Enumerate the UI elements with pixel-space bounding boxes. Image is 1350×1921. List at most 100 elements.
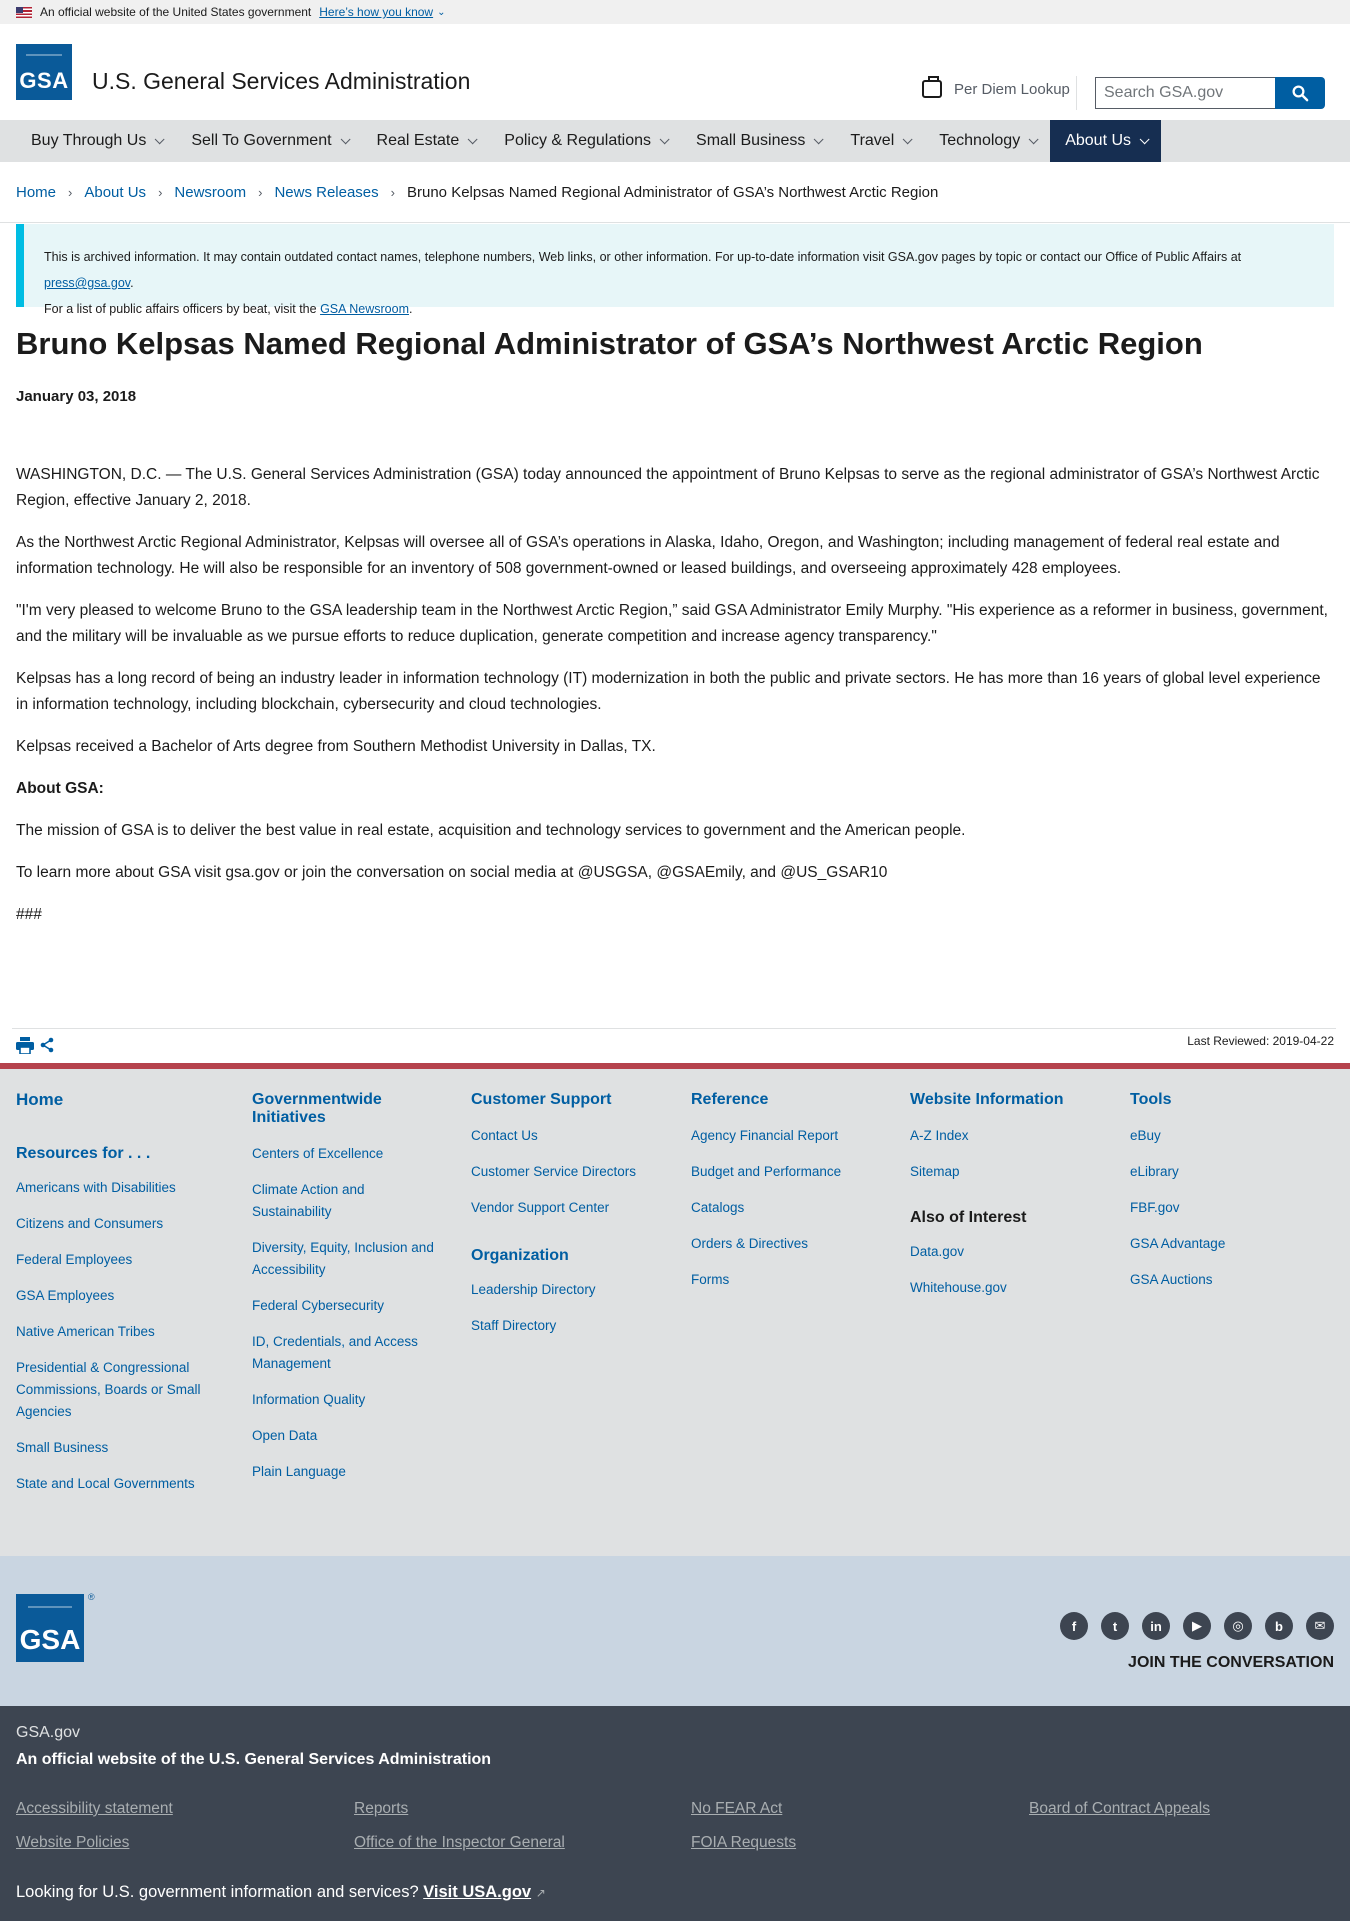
chevron-down-icon — [1139, 133, 1150, 144]
footer-link[interactable]: Staff Directory — [471, 1315, 661, 1337]
breadcrumb-newsroom[interactable]: Newsroom — [174, 184, 246, 201]
footer-heading: Reference — [691, 1091, 769, 1108]
paragraph: As the Northwest Arctic Regional Adminis… — [16, 534, 1280, 577]
footer-site-name[interactable]: GSA.gov — [16, 1724, 80, 1742]
footer-link[interactable]: Climate Action and Sustainability — [252, 1179, 442, 1223]
footer-link[interactable]: ID, Credentials, and Access Management — [252, 1331, 442, 1375]
twitter-icon[interactable]: t — [1101, 1612, 1129, 1640]
footer-link[interactable]: Data.gov — [910, 1241, 1100, 1263]
per-diem-label: Per Diem Lookup — [954, 80, 1070, 98]
blog-icon[interactable]: b — [1265, 1612, 1293, 1640]
footer-link[interactable]: Contact Us — [471, 1125, 661, 1147]
agency-name[interactable]: U.S. General Services Administration — [92, 68, 470, 95]
nav-travel[interactable]: Travel — [835, 120, 924, 162]
chevron-down-icon — [902, 133, 913, 144]
footer-link[interactable]: Whitehouse.gov — [910, 1277, 1100, 1299]
instagram-icon[interactable]: ◎ — [1224, 1612, 1252, 1640]
nav-buy-through-us[interactable]: Buy Through Us — [16, 120, 176, 162]
footer-link[interactable]: Orders & Directives — [691, 1233, 881, 1255]
facebook-icon[interactable]: f — [1060, 1612, 1088, 1640]
footer-bottom-link[interactable]: Website Policies — [16, 1834, 129, 1852]
footer-link[interactable]: Customer Service Directors — [471, 1161, 661, 1183]
footer-link[interactable]: Sitemap — [910, 1161, 1100, 1183]
footer-col-reference: Reference Agency Financial Report Budget… — [691, 1091, 881, 1291]
breadcrumb-home[interactable]: Home — [16, 184, 56, 201]
nav-about-us[interactable]: About Us — [1050, 120, 1162, 162]
archived-alert: This is archived information. It may con… — [16, 224, 1334, 316]
visit-usa-gov-link[interactable]: Visit USA.gov — [423, 1883, 531, 1901]
footer-link[interactable]: Small Business — [16, 1437, 216, 1459]
nav-small-business[interactable]: Small Business — [681, 120, 835, 162]
print-icon[interactable] — [16, 1037, 34, 1054]
alert-text: This is archived information. It may con… — [44, 250, 1242, 264]
footer-link[interactable]: FBF.gov — [1130, 1197, 1320, 1219]
paragraph: Kelpsas has a long record of being an in… — [16, 670, 1321, 713]
linkedin-icon[interactable]: in — [1142, 1612, 1170, 1640]
footer-link[interactable]: Open Data — [252, 1425, 442, 1447]
gsa-newsroom-link[interactable]: GSA Newsroom — [320, 302, 409, 316]
footer-bottom-link[interactable]: Board of Contract Appeals — [1029, 1800, 1210, 1818]
paragraph: To learn more about GSA visit gsa.gov or… — [16, 864, 888, 881]
nav-sell-to-government[interactable]: Sell To Government — [176, 120, 361, 162]
footer-link[interactable]: Federal Employees — [16, 1249, 216, 1271]
youtube-icon[interactable]: ▶ — [1183, 1612, 1211, 1640]
footer-link[interactable]: Citizens and Consumers — [16, 1213, 216, 1235]
email-icon[interactable]: ✉ — [1306, 1612, 1334, 1640]
footer-link[interactable]: eLibrary — [1130, 1161, 1320, 1183]
chevron-down-icon — [467, 133, 478, 144]
footer-link[interactable]: State and Local Governments — [16, 1473, 216, 1495]
footer-bottom-link[interactable]: FOIA Requests — [691, 1834, 796, 1852]
footer-link[interactable]: Americans with Disabilities — [16, 1177, 216, 1199]
heres-how-you-know-link[interactable]: Here’s how you know — [319, 5, 433, 19]
footer-link[interactable]: Budget and Performance — [691, 1161, 881, 1183]
footer-home-link[interactable]: Home — [16, 1091, 216, 1109]
paragraph: Kelpsas received a Bachelor of Arts degr… — [16, 738, 656, 755]
footer-link[interactable]: Agency Financial Report — [691, 1125, 881, 1147]
external-link-icon: ↗ — [535, 1886, 546, 1900]
footer-link[interactable]: Plain Language — [252, 1461, 442, 1483]
footer-link[interactable]: GSA Employees — [16, 1285, 216, 1307]
footer-official-text: An official website of the U.S. General … — [16, 1751, 492, 1768]
breadcrumb-about-us[interactable]: About Us — [84, 184, 146, 201]
share-icon[interactable] — [40, 1037, 54, 1053]
footer-heading: Tools — [1130, 1091, 1172, 1108]
press-email-link[interactable]: press@gsa.gov — [44, 276, 130, 290]
search-input[interactable] — [1095, 77, 1276, 109]
nav-policy-regulations[interactable]: Policy & Regulations — [489, 120, 681, 162]
footer-link[interactable]: GSA Advantage — [1130, 1233, 1320, 1255]
search-button[interactable] — [1275, 77, 1325, 109]
footer-link[interactable]: Vendor Support Center — [471, 1197, 661, 1219]
footer-link[interactable]: Centers of Excellence — [252, 1143, 442, 1165]
breadcrumb-news-releases[interactable]: News Releases — [274, 184, 378, 201]
footer-link[interactable]: Forms — [691, 1269, 881, 1291]
footer-link[interactable]: Native American Tribes — [16, 1321, 216, 1343]
footer-link[interactable]: Diversity, Equity, Inclusion and Accessi… — [252, 1237, 442, 1281]
footer-gsa-logo[interactable]: GSA — [16, 1594, 84, 1662]
footer-logo-band: GSA ® f t in ▶ ◎ b ✉ JOIN THE CONVERSATI… — [0, 1556, 1350, 1706]
footer-link[interactable]: GSA Auctions — [1130, 1269, 1320, 1291]
nav-technology[interactable]: Technology — [924, 120, 1050, 162]
footer-heading: Customer Support — [471, 1091, 612, 1108]
footer-col-support: Customer Support Contact Us Customer Ser… — [471, 1091, 661, 1337]
footer-link[interactable]: Catalogs — [691, 1197, 881, 1219]
nav-real-estate[interactable]: Real Estate — [362, 120, 490, 162]
header-divider — [1076, 76, 1077, 110]
footer-bottom-link[interactable]: Accessibility statement — [16, 1800, 173, 1818]
footer-link[interactable]: Presidential & Congressional Commissions… — [16, 1357, 206, 1423]
footer-heading: Website Information — [910, 1091, 1064, 1108]
usa-gov-text: Looking for U.S. government information … — [16, 1883, 419, 1901]
footer-link[interactable]: Federal Cybersecurity — [252, 1295, 442, 1317]
footer-bottom-link[interactable]: No FEAR Act — [691, 1800, 782, 1818]
divider — [0, 222, 1350, 223]
chevron-down-icon[interactable]: ⌄ — [437, 7, 445, 18]
footer-bottom-link[interactable]: Reports — [354, 1800, 408, 1818]
footer-link[interactable]: A-Z Index — [910, 1125, 1100, 1147]
gsa-logo[interactable]: GSA — [16, 44, 72, 100]
about-gsa-heading: About GSA: — [16, 780, 104, 797]
footer-col-resources: Home Resources for . . . Americans with … — [16, 1091, 216, 1495]
footer-bottom-link[interactable]: Office of the Inspector General — [354, 1834, 565, 1852]
footer-link[interactable]: eBuy — [1130, 1125, 1320, 1147]
footer-link[interactable]: Leadership Directory — [471, 1279, 661, 1301]
per-diem-lookup-link[interactable]: Per Diem Lookup — [922, 76, 1070, 98]
footer-link[interactable]: Information Quality — [252, 1389, 442, 1411]
